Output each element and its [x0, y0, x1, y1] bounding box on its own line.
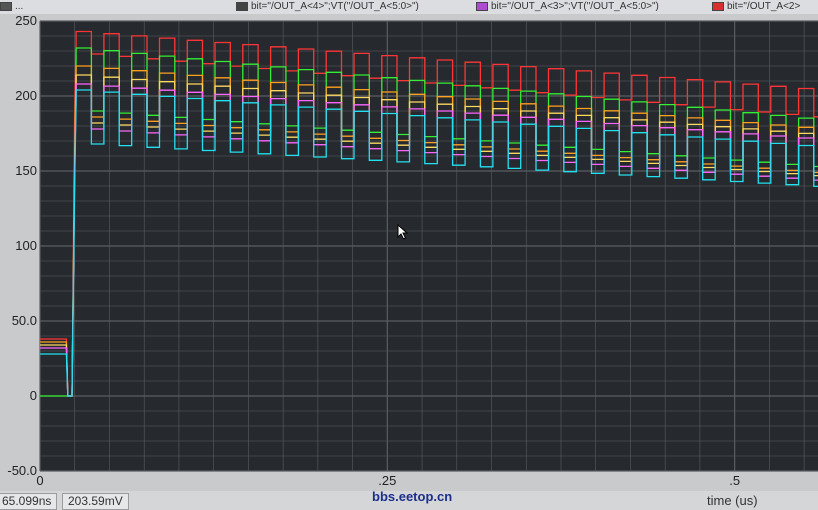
- time-readout: 65.099ns: [0, 493, 58, 510]
- y-tick-label: 250: [15, 13, 37, 28]
- x-tick-label: .5: [729, 473, 740, 488]
- y-tick-label: 100: [15, 238, 37, 253]
- value-readout: 203.59mV: [62, 493, 129, 510]
- x-tick-label: .25: [378, 473, 396, 488]
- legend-label: bit="/OUT_A<4>";VT("/OUT_A<5:0>"): [251, 1, 419, 12]
- y-tick-label: 50.0: [12, 313, 37, 328]
- legend-swatch: [476, 1, 488, 11]
- legend-swatch: [712, 1, 724, 11]
- legend-bar: ... bit="/OUT_A<4>";VT("/OUT_A<5:0>") bit=…: [0, 0, 818, 14]
- legend-label: bit="/OUT_A<3>";VT("/OUT_A<5:0>"): [491, 1, 659, 12]
- y-tick-label: 0: [30, 388, 37, 403]
- waveform-plot: 25020015010050.00-50.0 0.25.5: [0, 13, 818, 491]
- legend-item: ...: [0, 0, 23, 13]
- mouse-cursor-icon: [397, 224, 409, 240]
- legend-item: bit="/OUT_A<2>: [712, 0, 800, 13]
- y-tick-label: 200: [15, 88, 37, 103]
- y-tick-label: 150: [15, 163, 37, 178]
- legend-label: bit="/OUT_A<2>: [727, 1, 801, 12]
- legend-item: bit="/OUT_A<3>";VT("/OUT_A<5:0>"): [476, 0, 659, 13]
- x-tick-label: 0: [36, 473, 43, 488]
- y-tick-label: -50.0: [7, 463, 37, 478]
- watermark: bbs.eetop.cn: [372, 489, 453, 504]
- legend-swatch: [0, 1, 12, 11]
- legend-item: bit="/OUT_A<4>";VT("/OUT_A<5:0>"): [236, 0, 419, 13]
- legend-swatch: [236, 1, 248, 11]
- legend-label: ...: [15, 1, 24, 12]
- x-axis-label: time (us): [707, 493, 758, 508]
